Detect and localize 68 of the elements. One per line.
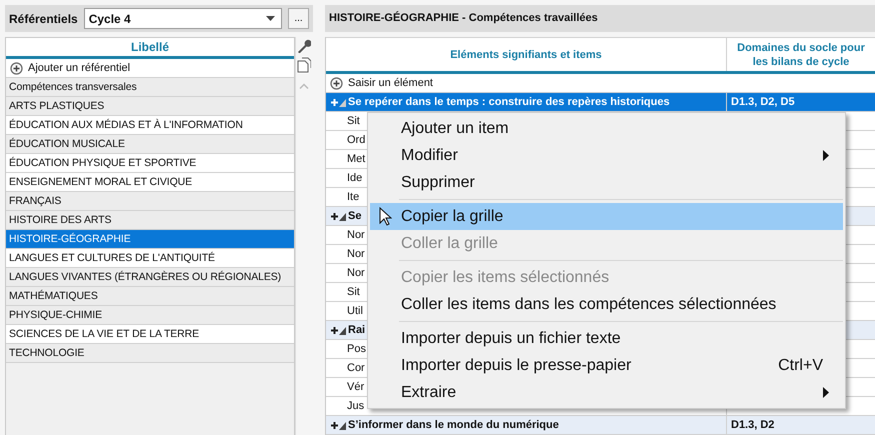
expand-icon xyxy=(330,210,347,222)
column-header: Libellé xyxy=(6,38,294,59)
list-item[interactable]: LANGUES VIVANTES (ÉTRANGÈRES OU RÉGIONALES) xyxy=(6,268,294,287)
item-label: Pos xyxy=(346,343,366,355)
list-item[interactable]: ARTS PLASTIQUES xyxy=(6,97,294,116)
scroll-up-icon xyxy=(299,83,309,89)
group-label: Se xyxy=(348,210,362,222)
shortcut-label: Ctrl+V xyxy=(778,356,823,374)
item-label: Nor xyxy=(346,267,365,279)
cycle-dropdown[interactable]: Cycle 4 xyxy=(84,8,282,29)
item-label: Cor xyxy=(346,362,365,374)
menu-item[interactable]: Ajouter un item xyxy=(370,115,843,142)
list-item[interactable]: Compétences transversales xyxy=(6,78,294,97)
table-row-cell[interactable]: Se repérer dans le temps : construire des repères historiques xyxy=(326,93,727,111)
add-icon xyxy=(330,76,343,90)
list-item[interactable]: LANGUES ET CULTURES DE L'ANTIQUITÉ xyxy=(6,249,294,268)
list-item[interactable]: TECHNOLOGIE xyxy=(6,344,294,363)
column-header: Domaines du socle pour les bilans de cycle xyxy=(736,40,866,70)
item-label: Met xyxy=(346,153,366,165)
item-label: Jus xyxy=(346,400,364,412)
add-element-label: Saisir un élément xyxy=(348,77,433,89)
item-label: Util xyxy=(346,305,363,317)
menu-item[interactable]: Modifier xyxy=(370,142,843,169)
domains-label: D1.3, D2 xyxy=(731,419,774,431)
expand-icon xyxy=(330,420,347,430)
menu-item[interactable]: Importer depuis un fichier texte xyxy=(370,325,843,352)
list-item[interactable]: ÉDUCATION MUSICALE xyxy=(6,135,294,154)
menu-item[interactable]: Coller les items dans les compétences sélectionnées xyxy=(370,291,843,318)
list-item[interactable]: ÉDUCATION PHYSIQUE ET SPORTIVE xyxy=(6,154,294,173)
group-label: Se repérer dans le temps : construire des repères historiques xyxy=(348,96,670,108)
item-label: Nor xyxy=(346,229,365,241)
mouse-cursor-icon xyxy=(379,207,392,226)
more-button[interactable]: ... xyxy=(288,8,309,29)
item-label: Ide xyxy=(346,172,362,184)
copy-icon xyxy=(297,57,311,73)
item-label: Sit xyxy=(346,115,360,127)
add-element-row[interactable]: Saisir un élément xyxy=(326,74,875,93)
table-row-cell[interactable]: S’informer dans le monde du numérique xyxy=(326,416,727,434)
item-label: Ord xyxy=(346,134,366,146)
menu-item[interactable]: Importer depuis le presse-papier Ctrl+V xyxy=(370,352,843,379)
menu-item[interactable]: Extraire xyxy=(370,379,843,406)
item-label: Vér xyxy=(346,381,364,393)
list-item[interactable]: SCIENCES DE LA VIE ET DE LA TERRE xyxy=(6,325,294,344)
dropdown-arrow-icon xyxy=(266,16,275,21)
expand-icon xyxy=(330,96,347,108)
menu-item[interactable]: Supprimer xyxy=(370,169,843,196)
list-item[interactable]: FRANÇAIS xyxy=(6,192,294,211)
add-referentiel-label: Ajouter un référentiel xyxy=(28,62,130,74)
wrench-icon xyxy=(297,39,311,53)
list-item[interactable]: MATHÉMATIQUES xyxy=(6,287,294,306)
list-item[interactable]: HISTOIRE-GÉOGRAPHIE xyxy=(6,230,294,249)
panel-title: HISTOIRE-GÉOGRAPHIE - Compétences travaillées xyxy=(325,5,875,32)
list-item[interactable]: HISTOIRE DES ARTS xyxy=(6,211,294,230)
column-header: Eléments signifiants et items xyxy=(326,38,727,71)
add-referentiel-row[interactable]: Ajouter un référentiel xyxy=(6,59,294,78)
item-label: Ite xyxy=(346,191,360,203)
list-item[interactable]: ENSEIGNEMENT MORAL ET CIVIQUE xyxy=(6,173,294,192)
item-label: Sit xyxy=(346,286,360,298)
menu-item[interactable]: Copier la grille xyxy=(370,203,843,230)
list-item[interactable]: PHYSIQUE-CHIMIE xyxy=(6,306,294,325)
list-item[interactable]: ÉDUCATION AUX MÉDIAS ET À L'INFORMATION xyxy=(6,116,294,135)
item-label: Nor xyxy=(346,248,365,260)
referentiels-label: Référentiels xyxy=(9,12,78,26)
group-label: S’informer dans le monde du numérique xyxy=(348,419,559,431)
group-label: Rai xyxy=(348,324,366,336)
add-icon xyxy=(10,62,23,74)
domains-label: D1.3, D2, D5 xyxy=(731,96,795,108)
expand-icon xyxy=(330,324,347,336)
